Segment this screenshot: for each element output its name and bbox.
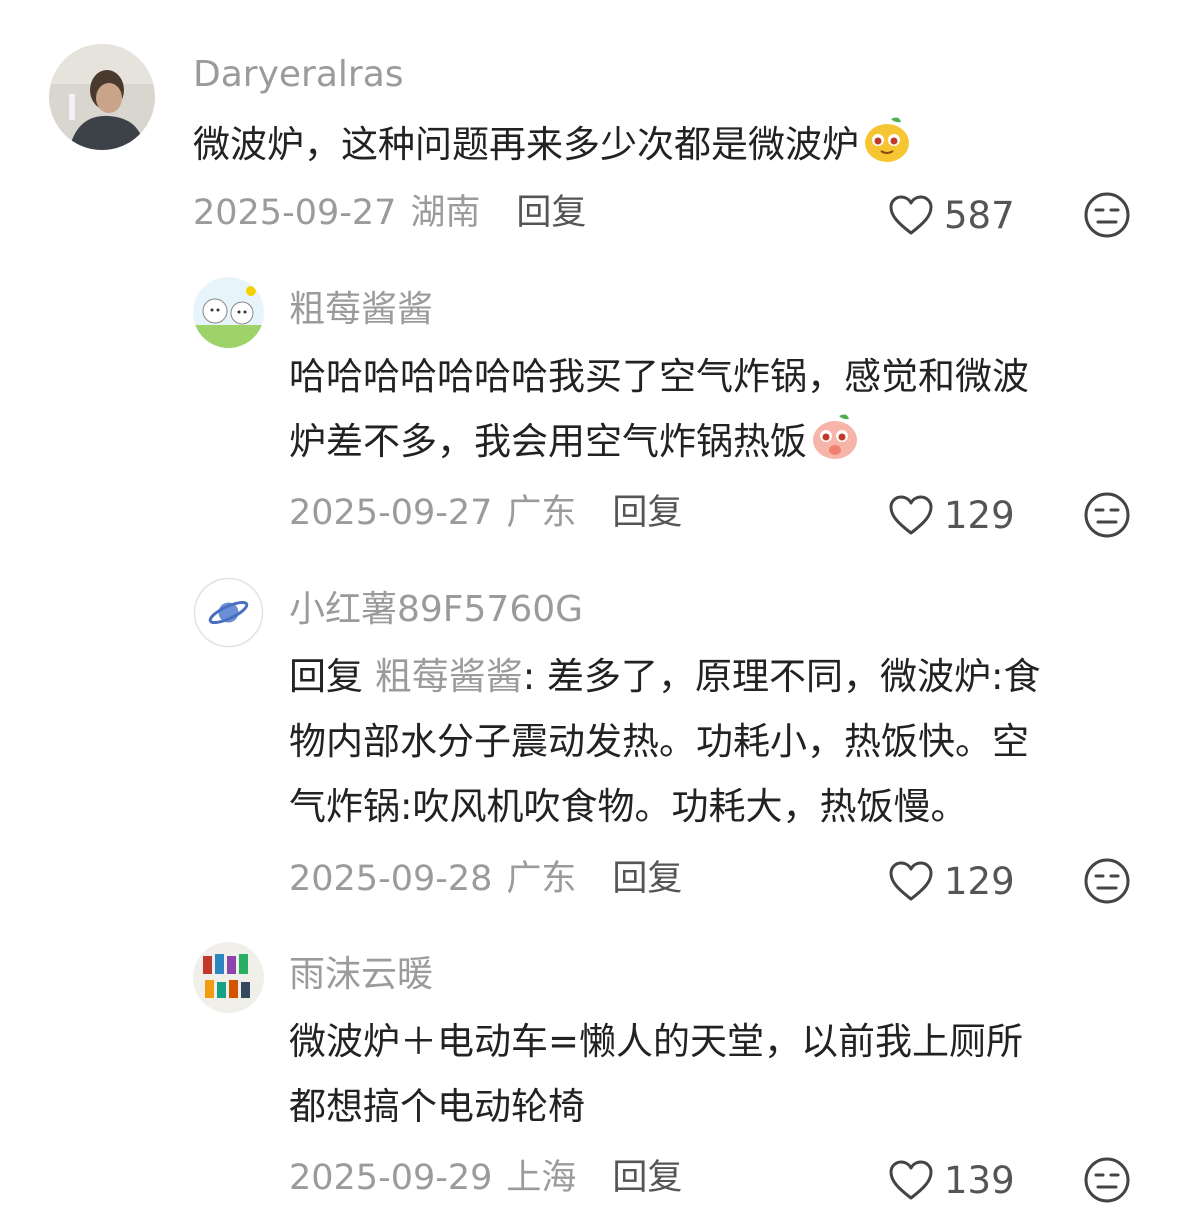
meh-face-icon bbox=[1084, 492, 1130, 538]
reply-button[interactable]: 回复 bbox=[612, 493, 682, 533]
comment-text-line: 微波炉，这种问题再来多少次都是微波炉 bbox=[193, 123, 859, 166]
dislike-button[interactable] bbox=[1083, 491, 1131, 539]
comment-date: 2025-09-27 bbox=[289, 493, 493, 533]
comment-text-line: 炉差不多，我会用空气炸锅热饭 bbox=[289, 409, 1149, 474]
dislike-button[interactable] bbox=[1083, 1156, 1131, 1204]
comment-text-line: 都想搞个电动轮椅 bbox=[289, 1085, 585, 1128]
comment-item: 雨沫云暖 微波炉＋电动车=懒人的天堂，以前我上厕所 都想搞个电动轮椅 2025-… bbox=[0, 925, 1179, 1227]
username[interactable]: Daryeralras bbox=[193, 55, 404, 95]
comment-text: 哈哈哈哈哈哈哈我买了空气炸锅，感觉和微波 炉差不多，我会用空气炸锅热饭 bbox=[289, 344, 1149, 474]
meh-face-icon bbox=[1084, 858, 1130, 904]
heart-outline-icon bbox=[889, 1160, 933, 1200]
avatar[interactable] bbox=[193, 577, 264, 648]
comment-item: 粗莓酱酱 哈哈哈哈哈哈哈我买了空气炸锅，感觉和微波 炉差不多，我会用空气炸锅热饭… bbox=[0, 260, 1179, 560]
heart-outline-icon bbox=[889, 195, 933, 235]
pear-face-sticker bbox=[861, 113, 913, 165]
like-button[interactable]: 129 bbox=[888, 490, 1015, 540]
comment-date: 2025-09-27 bbox=[193, 193, 397, 233]
comment-text-segment: 炉差不多，我会用空气炸锅热饭 bbox=[289, 420, 807, 463]
username[interactable]: 粗莓酱酱 bbox=[289, 290, 433, 330]
comment-text: 微波炉＋电动车=懒人的天堂，以前我上厕所 都想搞个电动轮椅 bbox=[289, 1009, 1149, 1139]
heart-outline-icon bbox=[889, 495, 933, 535]
reply-button[interactable]: 回复 bbox=[612, 1158, 682, 1198]
comment-text-segment: : 差多了，原理不同，微波炉:食 bbox=[522, 655, 1041, 698]
comment-meta: 2025-09-27 湖南 回复 bbox=[193, 193, 586, 233]
comment-text-line: 哈哈哈哈哈哈哈我买了空气炸锅，感觉和微波 bbox=[289, 355, 1029, 398]
comment-meta: 2025-09-28 广东 回复 bbox=[289, 859, 682, 899]
meh-face-icon bbox=[1084, 192, 1130, 238]
reply-target-username[interactable]: 粗莓酱酱 bbox=[375, 655, 523, 698]
username[interactable]: 小红薯89F5760G bbox=[289, 590, 583, 630]
comment-text-line: 气炸锅:吹风机吹食物。功耗大，热饭慢。 bbox=[289, 785, 968, 828]
reply-prefix: 回复 bbox=[289, 655, 363, 698]
avatar[interactable] bbox=[193, 942, 264, 1013]
comment-meta: 2025-09-29 上海 回复 bbox=[289, 1158, 682, 1198]
like-count: 587 bbox=[944, 193, 1015, 237]
comment-meta: 2025-09-27 广东 回复 bbox=[289, 493, 682, 533]
like-count: 129 bbox=[944, 859, 1015, 903]
meh-face-icon bbox=[1084, 1157, 1130, 1203]
avatar[interactable] bbox=[193, 277, 264, 348]
avatar[interactable] bbox=[49, 44, 155, 150]
heart-outline-icon bbox=[889, 861, 933, 901]
like-count: 139 bbox=[944, 1158, 1015, 1202]
comment-item: Daryeralras 微波炉，这种问题再来多少次都是微波炉 2025-09-2… bbox=[0, 0, 1179, 260]
comment-date: 2025-09-29 bbox=[289, 1158, 493, 1198]
comment-text-line: 回复 粗莓酱酱: 差多了，原理不同，微波炉:食 bbox=[289, 644, 1149, 709]
comment-text-line: 物内部水分子震动发热。功耗小，热饭快。空 bbox=[289, 720, 1029, 763]
like-count: 129 bbox=[944, 493, 1015, 537]
like-button[interactable]: 587 bbox=[888, 190, 1015, 240]
like-button[interactable]: 139 bbox=[888, 1155, 1015, 1205]
comment-location: 广东 bbox=[506, 493, 577, 533]
comment-item: 小红薯89F5760G 回复 粗莓酱酱: 差多了，原理不同，微波炉:食 物内部水… bbox=[0, 560, 1179, 920]
reply-button[interactable]: 回复 bbox=[516, 193, 586, 233]
comment-text: 微波炉，这种问题再来多少次都是微波炉 bbox=[193, 112, 1143, 177]
comment-location: 湖南 bbox=[410, 193, 481, 233]
comment-text: 回复 粗莓酱酱: 差多了，原理不同，微波炉:食 物内部水分子震动发热。功耗小，热… bbox=[289, 644, 1149, 839]
peach-face-sticker bbox=[809, 410, 861, 462]
comment-location: 广东 bbox=[506, 859, 577, 899]
comment-text-line: 微波炉＋电动车=懒人的天堂，以前我上厕所 bbox=[289, 1020, 1024, 1063]
dislike-button[interactable] bbox=[1083, 857, 1131, 905]
comment-date: 2025-09-28 bbox=[289, 859, 493, 899]
username[interactable]: 雨沫云暖 bbox=[289, 955, 433, 995]
dislike-button[interactable] bbox=[1083, 191, 1131, 239]
comment-location: 上海 bbox=[506, 1158, 577, 1198]
reply-button[interactable]: 回复 bbox=[612, 859, 682, 899]
like-button[interactable]: 129 bbox=[888, 856, 1015, 906]
